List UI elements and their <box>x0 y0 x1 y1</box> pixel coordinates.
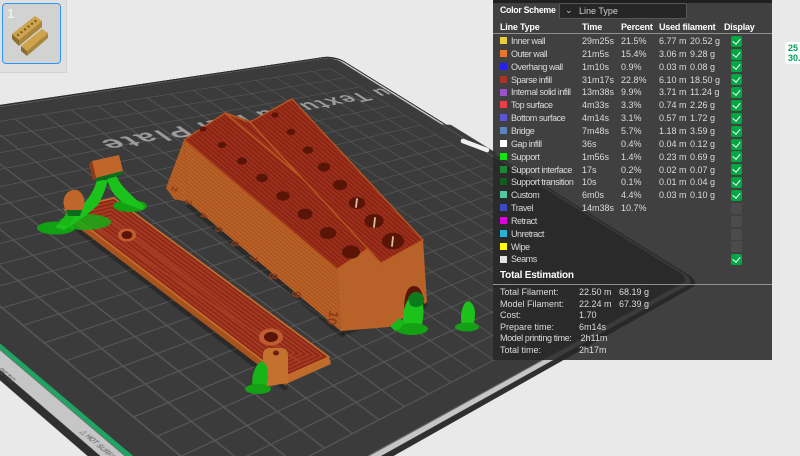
svg-text:10: 10 <box>324 309 342 326</box>
svg-text:9: 9 <box>289 289 304 299</box>
svg-text:3: 3 <box>182 198 194 205</box>
svg-text:6: 6 <box>228 239 241 247</box>
svg-text:7: 7 <box>246 254 259 263</box>
